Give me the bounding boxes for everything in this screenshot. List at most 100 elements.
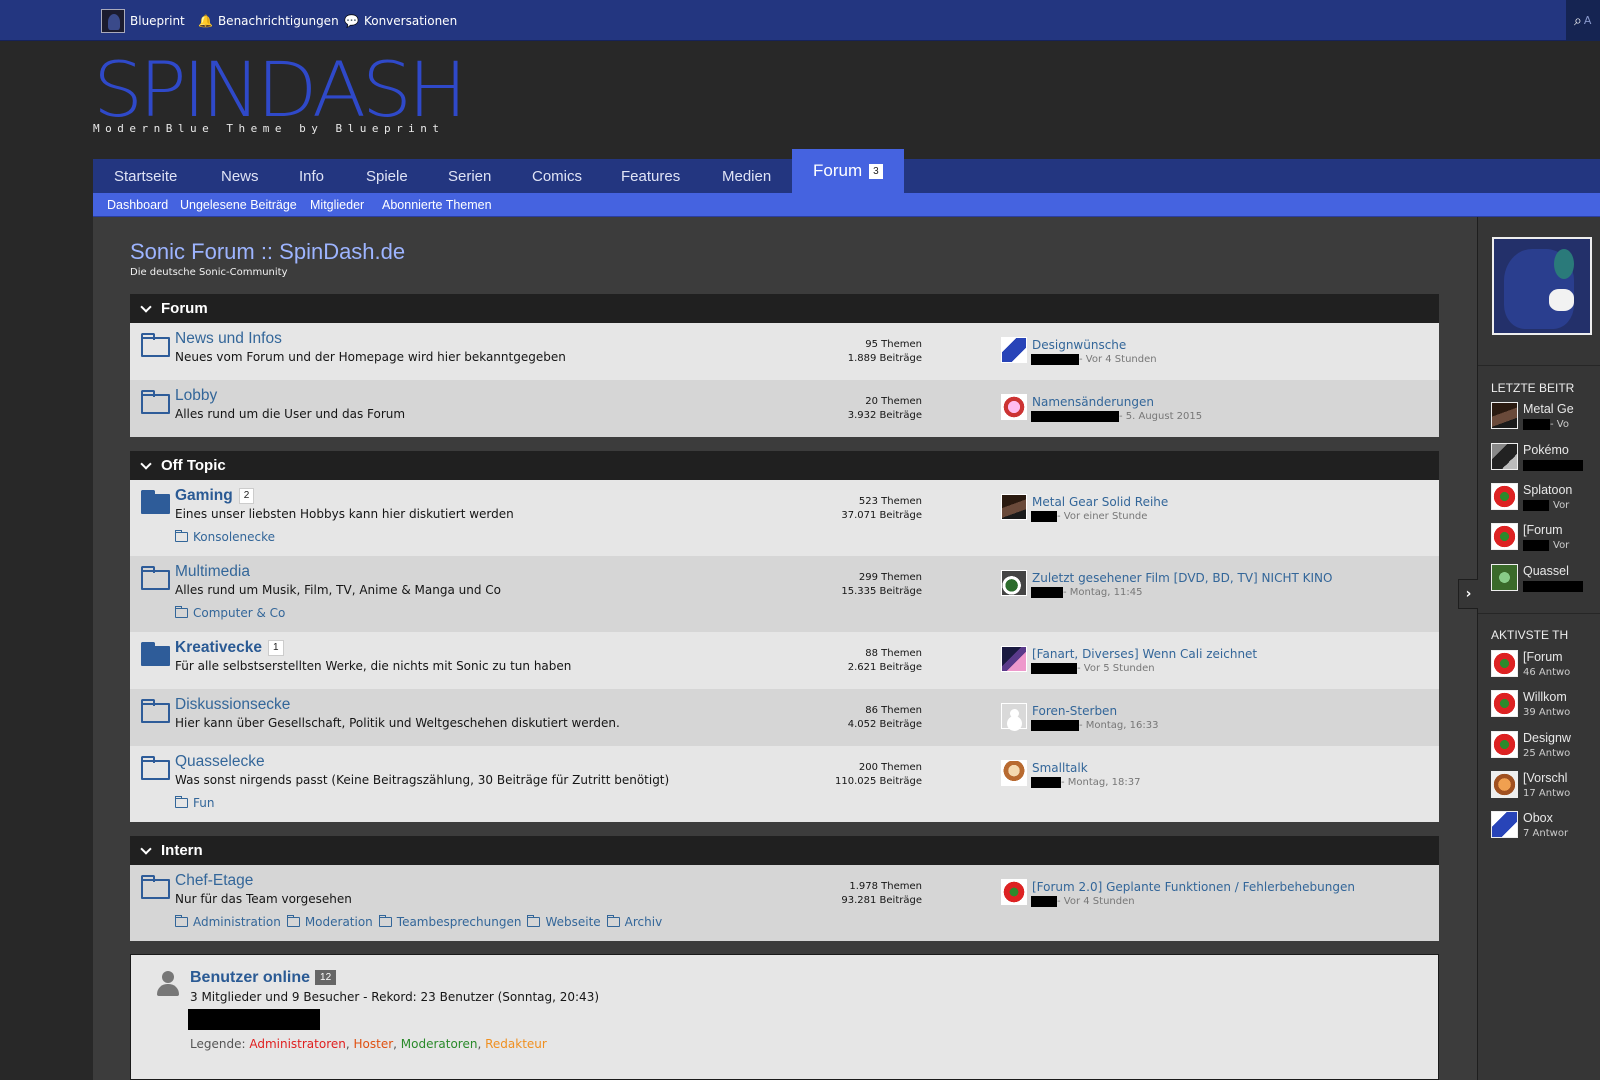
nav-tab-features[interactable]: Features xyxy=(621,159,680,193)
nav-tab-spiele[interactable]: Spiele xyxy=(366,159,408,193)
sidebar-toggle-chevron-icon[interactable]: › xyxy=(1458,579,1478,609)
subforum-link[interactable]: Administration xyxy=(175,915,281,929)
board-title-link[interactable]: Multimedia xyxy=(175,563,250,581)
board-chef-etage: Chef-Etage Nur für das Team vorgesehen A… xyxy=(130,865,1439,941)
logo-tagline: ModernBlue Theme by Blueprint xyxy=(93,122,445,135)
board-title-link[interactable]: News und Infos xyxy=(175,330,282,348)
user-avatar xyxy=(101,8,125,33)
right-sidebar: › LETZTE BEITR Metal Ge - Vo Pokémo Spla… xyxy=(1458,217,1600,1080)
legend-administrators[interactable]: Administratoren xyxy=(249,1037,346,1051)
last-post-title-link[interactable]: Designwünsche xyxy=(1032,338,1126,352)
last-post-title-link[interactable]: Smalltalk xyxy=(1032,761,1088,775)
board-title-link[interactable]: Chef-Etage xyxy=(175,872,253,890)
last-post-avatar[interactable] xyxy=(1001,703,1027,729)
folder-icon xyxy=(141,333,170,357)
board-title-link[interactable]: Lobby xyxy=(175,387,217,405)
board-news-und-infos: News und Infos Neues vom Forum und der H… xyxy=(130,323,1439,380)
nav-tab-news[interactable]: News xyxy=(221,159,259,193)
board-description: Alles rund um die User und das Forum xyxy=(175,407,406,421)
redacted-username xyxy=(1031,511,1057,522)
board-kreativecke: Kreativecke 1 Für alle selbstserstellten … xyxy=(130,632,1439,689)
subforum-link[interactable]: Computer & Co xyxy=(175,606,285,620)
nav-tab-info[interactable]: Info xyxy=(299,159,324,193)
category-header-intern[interactable]: Intern xyxy=(130,836,1439,865)
subnav-dashboard[interactable]: Dashboard xyxy=(107,193,168,217)
board-title-link[interactable]: Diskussionsecke xyxy=(175,696,290,714)
folder-icon xyxy=(286,915,300,927)
subnav-subscribed-threads[interactable]: Abonnierte Themen xyxy=(382,193,492,217)
category-header-forum[interactable]: Forum xyxy=(130,294,1439,323)
nav-tab-startseite[interactable]: Startseite xyxy=(114,159,177,193)
avatar xyxy=(1491,564,1518,591)
users-online-title[interactable]: Benutzer online 12 xyxy=(190,969,337,987)
last-post-title-link[interactable]: Foren-Sterben xyxy=(1032,704,1117,718)
board-title-link[interactable]: Quasselecke xyxy=(175,753,265,771)
sidebar-latest-item[interactable]: Pokémo xyxy=(1491,443,1600,479)
last-post-meta: - Vor 4 Stunden xyxy=(1031,896,1135,907)
sidebar-latest-item[interactable]: [Forum Vor xyxy=(1491,523,1600,559)
sidebar-active-item[interactable]: [Forum 46 Antwo xyxy=(1491,650,1600,686)
subforum-list: Konsolenecke xyxy=(175,530,275,544)
last-post-avatar[interactable] xyxy=(1001,879,1027,905)
online-count-badge: 12 xyxy=(315,970,337,985)
subforum-link[interactable]: Konsolenecke xyxy=(175,530,275,544)
last-post-avatar[interactable] xyxy=(1001,337,1027,363)
nav-tab-forum[interactable]: Forum 3 xyxy=(792,149,904,193)
last-post-avatar[interactable] xyxy=(1001,760,1027,786)
last-post-avatar[interactable] xyxy=(1001,394,1027,420)
last-post-title-link[interactable]: Metal Gear Solid Reihe xyxy=(1032,495,1168,509)
site-logo[interactable]: SPINDASH ModernBlue Theme by Blueprint xyxy=(93,52,473,144)
legend-moderators[interactable]: Moderatoren xyxy=(401,1037,478,1051)
conversations-link[interactable]: 💬 Konversationen xyxy=(344,0,457,41)
user-profile-avatar[interactable] xyxy=(1492,237,1592,335)
board-stats: 1.978 Themen 93.281 Beiträge xyxy=(841,881,922,906)
last-post-avatar[interactable] xyxy=(1001,570,1027,596)
avatar xyxy=(1491,650,1518,677)
search-label: A xyxy=(1583,14,1592,27)
sidebar-active-item[interactable]: Obox 7 Antwor xyxy=(1491,811,1600,847)
board-description: Nur für das Team vorgesehen xyxy=(175,892,352,906)
user-menu[interactable]: Blueprint xyxy=(101,0,185,41)
nav-tab-medien[interactable]: Medien xyxy=(722,159,771,193)
last-post-title-link[interactable]: [Forum 2.0] Geplante Funktionen / Fehler… xyxy=(1032,880,1355,894)
sidebar-active-item[interactable]: Willkom 39 Antwo xyxy=(1491,690,1600,726)
subforum-link[interactable]: Teambesprechungen xyxy=(378,915,521,929)
user-name: Blueprint xyxy=(130,13,185,28)
subforum-link[interactable]: Fun xyxy=(175,796,214,810)
sidebar-latest-item[interactable]: Splatoon Vor xyxy=(1491,483,1600,519)
redacted-username xyxy=(1031,354,1079,365)
subnav-members[interactable]: Mitglieder xyxy=(310,193,364,217)
category-header-off-topic[interactable]: Off Topic xyxy=(130,451,1439,480)
redacted-user-list xyxy=(188,1009,320,1030)
redacted-username xyxy=(1031,411,1119,422)
sidebar-active-item[interactable]: Designw 25 Antwo xyxy=(1491,731,1600,767)
last-post-title-link[interactable]: Zuletzt gesehener Film [DVD, BD, TV] NIC… xyxy=(1032,571,1332,585)
subforum-link[interactable]: Archiv xyxy=(606,915,662,929)
board-title-link[interactable]: Kreativecke 1 xyxy=(175,639,284,657)
board-title-link[interactable]: Gaming 2 xyxy=(175,487,255,505)
subforum-list: Computer & Co xyxy=(175,606,285,620)
last-post-avatar[interactable] xyxy=(1001,494,1027,520)
legend-hoster[interactable]: Hoster xyxy=(354,1037,394,1051)
sidebar-latest-item[interactable]: Metal Ge - Vo xyxy=(1491,402,1600,438)
redacted-username xyxy=(1031,777,1061,788)
last-post-avatar[interactable] xyxy=(1001,646,1027,672)
sidebar-latest-item[interactable]: Quassel xyxy=(1491,564,1600,600)
nav-tab-serien[interactable]: Serien xyxy=(448,159,491,193)
last-post-title-link[interactable]: Namensänderungen xyxy=(1032,395,1154,409)
chevron-down-icon xyxy=(139,844,153,858)
notifications-link[interactable]: 🔔 Benachrichtigungen xyxy=(198,0,339,41)
board-stats: 95 Themen 1.889 Beiträge xyxy=(847,339,922,364)
last-post-title-link[interactable]: [Fanart, Diverses] Wenn Cali zeichnet xyxy=(1032,647,1257,661)
subforum-link[interactable]: Webseite xyxy=(527,915,601,929)
subforum-list: Fun xyxy=(175,796,214,810)
chevron-down-icon xyxy=(139,302,153,316)
search-button[interactable]: ⌕ A xyxy=(1566,0,1600,41)
last-post-meta: - Montag, 18:37 xyxy=(1031,777,1140,788)
legend-editor[interactable]: Redakteur xyxy=(485,1037,547,1051)
folder-icon xyxy=(141,566,170,590)
nav-tab-comics[interactable]: Comics xyxy=(532,159,582,193)
sidebar-active-item[interactable]: [Vorschl 17 Antwo xyxy=(1491,771,1600,807)
subnav-unread-posts[interactable]: Ungelesene Beiträge xyxy=(180,193,297,217)
subforum-link[interactable]: Moderation xyxy=(286,915,373,929)
